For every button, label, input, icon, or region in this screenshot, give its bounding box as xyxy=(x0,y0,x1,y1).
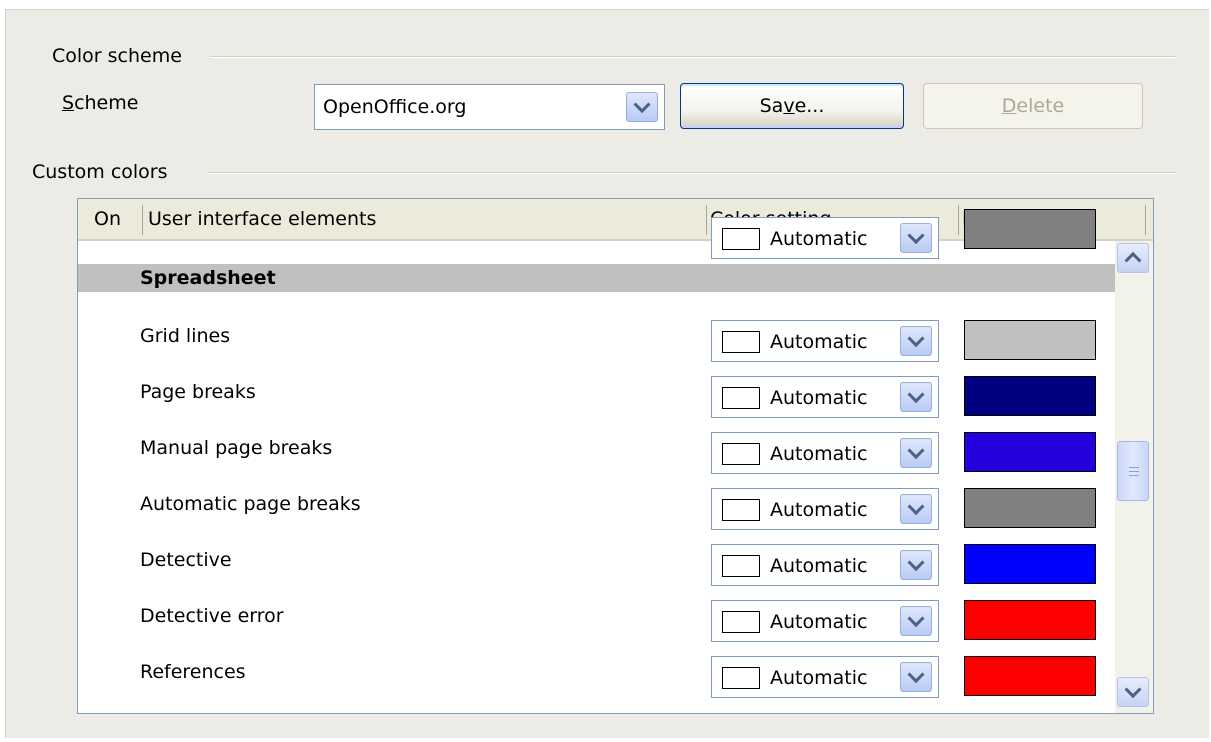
custom-colors-list: On User interface elements Color setting… xyxy=(77,198,1154,714)
chevron-down-icon xyxy=(907,554,925,572)
color-setting-select-partial[interactable]: Automatic xyxy=(711,217,939,259)
scroll-thumb[interactable] xyxy=(1117,441,1149,501)
row-label: Detective error xyxy=(140,605,284,627)
row-label: References xyxy=(140,661,246,683)
color-swatch xyxy=(722,228,760,250)
header-separator[interactable] xyxy=(1145,205,1146,235)
preview-swatch xyxy=(964,432,1096,472)
chevron-down-icon xyxy=(907,666,925,684)
color-setting-value: Automatic xyxy=(770,443,868,465)
custom-colors-group-line xyxy=(208,172,1176,174)
color-setting-select[interactable]: Automatic xyxy=(711,376,939,418)
color-dropdown-button[interactable] xyxy=(900,606,932,636)
row-label: Page breaks xyxy=(140,381,256,403)
scroll-up-button[interactable] xyxy=(1117,243,1149,273)
color-setting-value: Automatic xyxy=(770,555,868,577)
color-dropdown-button[interactable] xyxy=(900,438,932,468)
preview-swatch xyxy=(964,544,1096,584)
color-setting-value: Automatic xyxy=(770,228,868,250)
color-dropdown-button[interactable] xyxy=(900,662,932,692)
scheme-label-mnemonic: S xyxy=(62,92,75,114)
preview-swatch-partial xyxy=(964,209,1096,249)
color-setting-value: Automatic xyxy=(770,667,868,689)
color-setting-value: Automatic xyxy=(770,499,868,521)
custom-colors-group-title: Custom colors xyxy=(32,161,176,183)
color-setting-value: Automatic xyxy=(770,331,868,353)
row-label: Grid lines xyxy=(140,325,231,347)
row-label: Manual page breaks xyxy=(140,437,333,459)
header-user-interface-elements[interactable]: User interface elements xyxy=(144,199,704,239)
preview-swatch xyxy=(964,488,1096,528)
preview-swatch xyxy=(964,376,1096,416)
chevron-down-icon xyxy=(907,442,925,460)
vertical-scrollbar[interactable] xyxy=(1115,241,1153,713)
color-setting-select[interactable]: Automatic xyxy=(711,488,939,530)
save-button[interactable]: Save... xyxy=(680,83,904,129)
section-spreadsheet: Spreadsheet xyxy=(78,264,1115,292)
scheme-label-rest: cheme xyxy=(74,92,139,114)
chevron-down-icon xyxy=(1124,681,1142,699)
color-swatch xyxy=(722,387,760,409)
scheme-select[interactable]: OpenOffice.org xyxy=(314,84,665,130)
color-setting-select[interactable]: Automatic xyxy=(711,432,939,474)
preview-swatch xyxy=(964,656,1096,696)
color-dropdown-button[interactable] xyxy=(900,326,932,356)
section-title: Spreadsheet xyxy=(140,267,276,289)
chevron-down-icon xyxy=(907,498,925,516)
delete-button-mnemonic: D xyxy=(1001,95,1017,117)
chevron-up-icon xyxy=(1124,251,1142,269)
grip-line xyxy=(1129,471,1139,472)
chevron-down-icon xyxy=(907,610,925,628)
scheme-label: Scheme xyxy=(62,92,138,114)
preview-swatch xyxy=(964,600,1096,640)
chevron-down-icon xyxy=(907,227,925,245)
color-swatch xyxy=(722,443,760,465)
color-dropdown-button[interactable] xyxy=(900,382,932,412)
header-separator[interactable] xyxy=(142,205,143,235)
preview-swatch xyxy=(964,320,1096,360)
color-swatch xyxy=(722,555,760,577)
color-dropdown-button[interactable] xyxy=(900,494,932,524)
color-swatch xyxy=(722,499,760,521)
color-setting-select[interactable]: Automatic xyxy=(711,656,939,698)
color-swatch xyxy=(722,611,760,633)
color-dropdown-button[interactable] xyxy=(900,223,932,253)
color-setting-select[interactable]: Automatic xyxy=(711,600,939,642)
header-on[interactable]: On xyxy=(90,199,140,239)
chevron-down-icon xyxy=(907,386,925,404)
row-label: Automatic page breaks xyxy=(140,493,361,515)
color-setting-select[interactable]: Automatic xyxy=(711,544,939,586)
color-scheme-group-line xyxy=(210,56,1176,58)
save-button-prefix: Sa xyxy=(759,95,784,117)
scroll-down-button[interactable] xyxy=(1117,677,1149,707)
dialog-bottom-edge xyxy=(5,738,1209,742)
scheme-dropdown-button[interactable] xyxy=(626,92,658,122)
grip-line xyxy=(1129,467,1139,468)
row-label: Detective xyxy=(140,549,232,571)
color-setting-select[interactable]: Automatic xyxy=(711,320,939,362)
scheme-select-value: OpenOffice.org xyxy=(323,96,467,118)
color-scheme-group-title: Color scheme xyxy=(52,45,190,67)
chevron-down-icon xyxy=(633,96,651,114)
color-swatch xyxy=(722,331,760,353)
color-dropdown-button[interactable] xyxy=(900,550,932,580)
color-setting-value: Automatic xyxy=(770,611,868,633)
save-button-suffix: e... xyxy=(794,95,825,117)
grip-line xyxy=(1129,475,1139,476)
save-button-mnemonic: v xyxy=(783,95,795,117)
delete-button-rest: elete xyxy=(1016,95,1065,117)
delete-button[interactable]: Delete xyxy=(923,83,1143,129)
color-swatch xyxy=(722,667,760,689)
chevron-down-icon xyxy=(907,330,925,348)
color-setting-value: Automatic xyxy=(770,387,868,409)
